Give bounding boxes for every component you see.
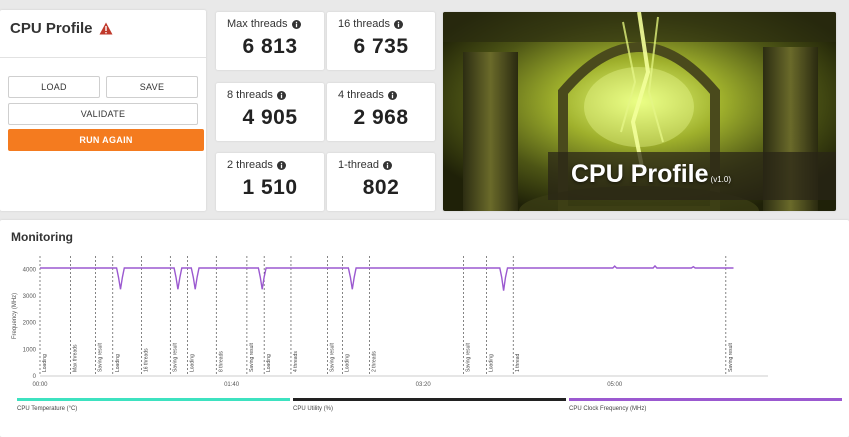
event-marker-label: Saving result <box>98 342 104 372</box>
legend-label: CPU Clock Frequency (MHz) <box>569 406 646 412</box>
score-label: 8 threads <box>227 89 273 101</box>
y-tick-label: 2000 <box>23 321 37 327</box>
score-card-8-threads: 8 threads 4 905 <box>216 83 324 141</box>
score-label: 2 threads <box>227 159 273 171</box>
event-marker-label: Saving result <box>465 342 471 372</box>
save-button[interactable]: SAVE <box>106 76 198 98</box>
score-card-4-threads: 4 threads 2 968 <box>327 83 435 141</box>
score-value: 6 735 <box>353 35 409 58</box>
info-icon[interactable] <box>276 160 286 170</box>
x-tick-label: 00:00 <box>32 382 48 388</box>
score-value: 1 510 <box>242 176 298 199</box>
legend-swatch <box>293 398 566 401</box>
hero-title: CPU Profile (v1.0) <box>571 160 731 189</box>
profile-title-row: CPU Profile <box>10 20 113 37</box>
monitoring-panel: 0 1000 2000 3000 4000 Frequency (MHz) 00:00 01:… <box>0 220 849 437</box>
event-marker-label: Saving result <box>329 342 335 372</box>
event-marker-label: Loading <box>42 354 48 372</box>
event-marker-label: Saving result <box>249 342 255 372</box>
divider <box>0 57 206 58</box>
score-card-max-threads: Max threads 6 813 <box>216 12 324 70</box>
event-marker-label: 1 thread <box>515 353 521 372</box>
monitoring-title: Monitoring <box>11 230 73 244</box>
profile-panel: CPU Profile LOAD SAVE VALIDATE RUN AGAIN <box>0 10 206 211</box>
monitoring-chart: 0 1000 2000 3000 4000 Frequency (MHz) 00:00 01:… <box>12 256 842 412</box>
score-card-2-threads: 2 threads 1 510 <box>216 153 324 211</box>
event-marker-label: Max threads <box>73 344 79 372</box>
event-marker-label: 4 threads <box>293 351 299 372</box>
y-tick-label: 3000 <box>23 294 37 300</box>
info-icon[interactable] <box>382 160 392 170</box>
score-card-16-threads: 16 threads 6 735 <box>327 12 435 70</box>
load-button[interactable]: LOAD <box>8 76 100 98</box>
y-tick-label: 0 <box>33 374 37 380</box>
profile-title: CPU Profile <box>10 20 93 37</box>
x-tick-label: 01:40 <box>224 382 240 388</box>
event-marker-label: 2 threads <box>372 351 378 372</box>
score-card-1-thread: 1-thread 802 <box>327 153 435 211</box>
event-marker-label: Loading <box>488 354 494 372</box>
hero-banner-image: CPU Profile (v1.0) <box>443 12 836 211</box>
event-marker-label: Saving result <box>728 342 734 372</box>
hero-version: (v1.0) <box>710 175 731 184</box>
event-marker-label: Loading <box>190 354 196 372</box>
legend-label: CPU Utility (%) <box>293 406 333 412</box>
event-marker-label: Saving result <box>172 342 178 372</box>
y-axis-label: Frequency (MHz) <box>12 293 18 339</box>
run-again-button[interactable]: RUN AGAIN <box>8 129 204 151</box>
x-tick-label: 05:00 <box>607 382 623 388</box>
score-value: 802 <box>362 176 400 199</box>
score-label: 4 threads <box>338 89 384 101</box>
score-label: Max threads <box>227 18 288 30</box>
legend-swatch <box>569 398 842 401</box>
series-line <box>40 264 734 291</box>
score-value: 2 968 <box>353 106 409 129</box>
event-marker-label: Loading <box>345 354 351 372</box>
warning-triangle-icon[interactable] <box>99 22 113 35</box>
info-icon[interactable] <box>393 19 403 29</box>
score-value: 6 813 <box>242 35 298 58</box>
info-icon[interactable] <box>387 90 397 100</box>
info-icon[interactable] <box>291 19 301 29</box>
y-tick-label: 1000 <box>23 347 37 353</box>
legend-label: CPU Temperature (°C) <box>17 406 77 412</box>
score-label: 1-thread <box>338 159 379 171</box>
x-tick-label: 03:20 <box>416 382 432 388</box>
event-marker-label: Loading <box>115 354 121 372</box>
hero-title-text: CPU Profile <box>571 160 709 188</box>
legend-swatch <box>17 398 290 401</box>
event-marker-label: 8 threads <box>218 351 224 372</box>
score-label: 16 threads <box>338 18 390 30</box>
info-icon[interactable] <box>276 90 286 100</box>
validate-button[interactable]: VALIDATE <box>8 103 198 125</box>
event-marker-label: 16 threads <box>144 348 150 372</box>
y-tick-label: 4000 <box>23 267 37 273</box>
event-marker-label: Loading <box>266 354 272 372</box>
score-value: 4 905 <box>242 106 298 129</box>
